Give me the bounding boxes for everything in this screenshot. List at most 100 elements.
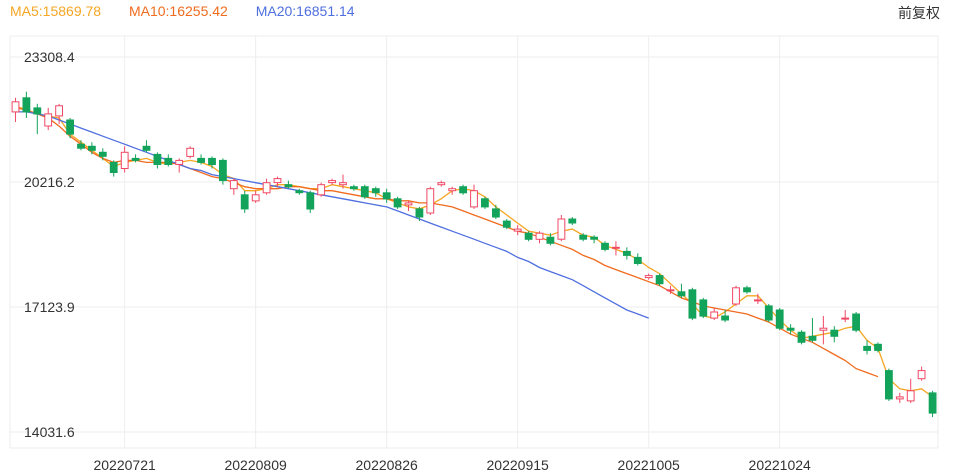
candle-down	[459, 186, 468, 194]
candle-up	[339, 182, 347, 186]
candle-down	[393, 198, 402, 208]
candle-up	[175, 159, 184, 165]
candle-up	[906, 390, 915, 402]
candle-down	[284, 184, 293, 188]
candlestick-chart: 23308.4 20216.2 17123.9 14031.6 20220721 2022…	[9, 35, 939, 473]
candle-down	[77, 143, 85, 149]
candle-down	[197, 157, 205, 163]
candle-down	[22, 97, 31, 113]
candle-up	[448, 188, 457, 192]
candle-down	[764, 305, 773, 321]
candle-down	[295, 190, 304, 194]
plot-area-border	[9, 35, 939, 449]
candle-up	[273, 178, 282, 184]
x-tick-label: 20221024	[749, 457, 812, 473]
candle-down	[481, 198, 489, 208]
candle-down	[655, 275, 664, 285]
candle-down	[546, 236, 555, 244]
candle-down	[109, 161, 118, 173]
candle-up	[251, 194, 260, 202]
candle-down	[830, 329, 839, 337]
candle-down	[699, 299, 708, 317]
x-tick-label: 20220721	[93, 457, 156, 473]
candle-up	[229, 180, 238, 190]
candle-down	[240, 194, 249, 210]
candle-down	[360, 186, 369, 198]
candle-down	[852, 313, 861, 331]
candle-up	[612, 246, 620, 249]
candle-down	[153, 153, 162, 165]
candle-down	[808, 335, 817, 341]
candle-down	[568, 218, 577, 224]
y-tick-label: 23308.4	[24, 49, 75, 65]
candle-down	[797, 331, 806, 343]
candle-down	[524, 232, 533, 240]
candle-up	[917, 370, 926, 380]
candle-down	[623, 250, 631, 256]
candle-up	[186, 147, 195, 157]
candle-down	[928, 392, 937, 414]
candle-up	[44, 113, 53, 127]
x-tick-label: 20220915	[487, 457, 550, 473]
candle-down	[415, 208, 424, 218]
candle-up	[437, 182, 446, 186]
candle-up	[55, 105, 64, 117]
candle-down	[721, 315, 730, 321]
candle-down	[775, 309, 784, 329]
x-tick-label: 20220809	[224, 457, 287, 473]
candle-up	[404, 202, 413, 206]
candle-down	[66, 119, 74, 135]
x-tick-label: 20220826	[356, 457, 419, 473]
x-tick-label: 20221005	[618, 457, 681, 473]
candle-down	[786, 327, 795, 331]
candle-down	[633, 256, 642, 264]
y-tick-label: 20216.2	[24, 174, 75, 190]
candle-up	[470, 190, 478, 208]
candle-down	[131, 157, 140, 161]
candle-up	[895, 396, 904, 400]
candle-down	[371, 188, 380, 194]
candle-up	[535, 232, 544, 240]
candle-down	[502, 220, 511, 228]
y-tick-label: 14031.6	[24, 424, 75, 440]
candle-down	[688, 289, 697, 319]
candle-down	[306, 192, 315, 210]
candle-down	[677, 291, 686, 297]
candle-down	[874, 343, 882, 351]
candle-up	[666, 289, 675, 292]
candle-down	[98, 151, 107, 157]
candle-up	[754, 299, 762, 302]
candle-down	[208, 157, 216, 165]
candle-down	[142, 145, 151, 151]
candle-down	[492, 208, 500, 218]
candle-down	[579, 234, 588, 240]
candle-down	[743, 287, 751, 293]
candle-down	[590, 236, 599, 240]
candle-up	[732, 287, 740, 305]
kline-chart-panel: MA5:15869.78 MA10:16255.42 MA20:16851.14…	[0, 0, 958, 473]
ma-line-ma5	[15, 105, 933, 398]
candle-up	[557, 218, 566, 240]
candle-down	[885, 370, 893, 400]
candle-up	[513, 228, 522, 232]
candle-down	[350, 186, 358, 190]
candle-up	[11, 101, 20, 113]
y-tick-label: 17123.9	[24, 299, 75, 315]
candle-down	[601, 242, 609, 250]
candle-up	[317, 184, 326, 196]
candle-down	[33, 107, 42, 115]
candle-down	[164, 157, 173, 165]
candle-up	[819, 327, 828, 331]
candle-down	[863, 345, 872, 351]
candle-up	[644, 275, 653, 279]
candle-down	[219, 159, 227, 182]
candle-up	[120, 151, 129, 170]
candle-up	[262, 182, 271, 194]
candle-up	[710, 311, 719, 319]
ma-line-ma20	[15, 111, 649, 319]
candle-down	[382, 192, 391, 200]
candle-up	[328, 180, 337, 184]
candle-down	[88, 145, 96, 151]
candle-up	[841, 317, 850, 320]
candle-up	[426, 188, 435, 214]
